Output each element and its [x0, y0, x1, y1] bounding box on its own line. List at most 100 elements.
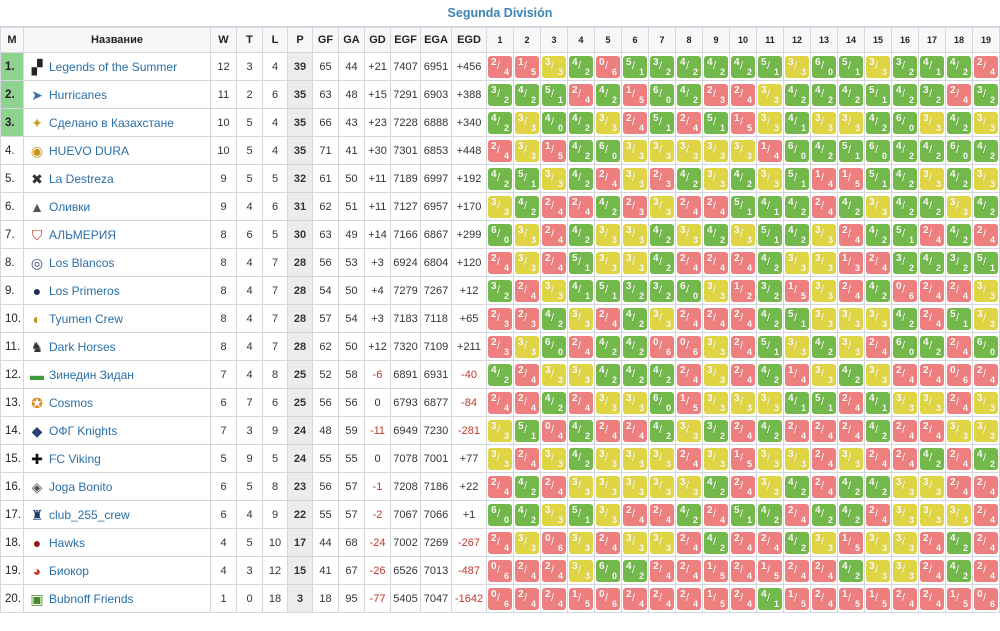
match-result-badge[interactable]: 1/5 — [866, 587, 890, 610]
match-result-badge[interactable]: 3/3 — [839, 335, 863, 358]
team-name-link[interactable]: La Destreza — [49, 172, 114, 186]
match-column-header-12[interactable]: 12 — [783, 27, 811, 53]
match-result-badge[interactable]: 3/3 — [488, 447, 512, 470]
match-result-badge[interactable]: 5/1 — [758, 55, 782, 78]
match-column-header-11[interactable]: 11 — [756, 27, 784, 53]
match-result-badge[interactable]: 2/4 — [974, 559, 998, 582]
match-result-badge[interactable]: 3/3 — [677, 139, 701, 162]
match-result-badge[interactable]: 3/3 — [974, 167, 998, 190]
match-result-badge[interactable]: 2/4 — [677, 587, 701, 610]
match-result-badge[interactable]: 3/3 — [650, 307, 674, 330]
match-result-badge[interactable]: 3/3 — [704, 139, 728, 162]
match-result-badge[interactable]: 5/1 — [650, 111, 674, 134]
match-result-badge[interactable]: 3/3 — [839, 447, 863, 470]
match-result-badge[interactable]: 1/4 — [812, 167, 836, 190]
match-result-badge[interactable]: 3/3 — [812, 279, 836, 302]
match-result-badge[interactable]: 2/4 — [812, 559, 836, 582]
match-result-badge[interactable]: 4/2 — [920, 195, 944, 218]
match-result-badge[interactable]: 2/4 — [488, 531, 512, 554]
match-result-badge[interactable]: 2/4 — [542, 195, 566, 218]
match-result-badge[interactable]: 4/2 — [812, 139, 836, 162]
match-result-badge[interactable]: 4/2 — [947, 223, 971, 246]
column-header-7[interactable]: GA — [338, 27, 365, 53]
match-result-badge[interactable]: 2/4 — [569, 391, 593, 414]
match-result-badge[interactable]: 3/3 — [839, 307, 863, 330]
match-result-badge[interactable]: 2/4 — [623, 587, 647, 610]
match-result-badge[interactable]: 2/4 — [677, 251, 701, 274]
match-result-badge[interactable]: 2/4 — [488, 475, 512, 498]
match-result-badge[interactable]: 4/2 — [650, 419, 674, 442]
match-result-badge[interactable]: 2/4 — [920, 587, 944, 610]
match-column-header-1[interactable]: 1 — [486, 27, 514, 53]
match-result-badge[interactable]: 2/4 — [947, 335, 971, 358]
match-result-badge[interactable]: 2/4 — [785, 559, 809, 582]
match-result-badge[interactable]: 2/4 — [839, 419, 863, 442]
match-column-header-5[interactable]: 5 — [594, 27, 622, 53]
match-result-badge[interactable]: 5/1 — [785, 307, 809, 330]
match-result-badge[interactable]: 4/2 — [569, 139, 593, 162]
match-column-header-13[interactable]: 13 — [810, 27, 838, 53]
match-result-badge[interactable]: 4/2 — [677, 55, 701, 78]
match-result-badge[interactable]: 2/4 — [974, 363, 998, 386]
match-result-badge[interactable]: 5/1 — [839, 55, 863, 78]
match-result-badge[interactable]: 4/2 — [704, 55, 728, 78]
match-result-badge[interactable]: 0/6 — [947, 363, 971, 386]
match-column-header-15[interactable]: 15 — [864, 27, 892, 53]
match-result-badge[interactable]: 2/4 — [920, 223, 944, 246]
team-name-link[interactable]: Оливки — [49, 200, 90, 214]
match-result-badge[interactable]: 3/3 — [623, 391, 647, 414]
match-result-badge[interactable]: 3/3 — [596, 391, 620, 414]
match-result-badge[interactable]: 0/4 — [542, 419, 566, 442]
team-name-link[interactable]: Hawks — [49, 536, 85, 550]
team-name-link[interactable]: Dark Horses — [49, 340, 116, 354]
match-result-badge[interactable]: 3/3 — [704, 391, 728, 414]
column-header-6[interactable]: GF — [312, 27, 339, 53]
match-result-badge[interactable]: 3/2 — [947, 251, 971, 274]
match-result-badge[interactable]: 1/5 — [731, 111, 755, 134]
match-result-badge[interactable]: 2/4 — [569, 195, 593, 218]
match-result-badge[interactable]: 4/2 — [812, 335, 836, 358]
match-result-badge[interactable]: 4/2 — [596, 335, 620, 358]
match-result-badge[interactable]: 2/4 — [515, 559, 539, 582]
match-result-badge[interactable]: 2/4 — [731, 83, 755, 106]
column-header-11[interactable]: EGD — [451, 27, 487, 53]
match-result-badge[interactable]: 3/3 — [515, 111, 539, 134]
match-result-badge[interactable]: 4/2 — [839, 559, 863, 582]
match-result-badge[interactable]: 3/3 — [920, 111, 944, 134]
match-result-badge[interactable]: 1/3 — [839, 251, 863, 274]
team-name-link[interactable]: Legends of the Summer — [49, 60, 177, 74]
match-result-badge[interactable]: 1/5 — [623, 83, 647, 106]
match-result-badge[interactable]: 0/6 — [650, 335, 674, 358]
match-result-badge[interactable]: 5/1 — [515, 419, 539, 442]
match-result-badge[interactable]: 3/3 — [866, 363, 890, 386]
match-result-badge[interactable]: 4/2 — [785, 195, 809, 218]
match-result-badge[interactable]: 3/2 — [758, 279, 782, 302]
match-result-badge[interactable]: 1/5 — [785, 587, 809, 610]
match-result-badge[interactable]: 2/4 — [677, 195, 701, 218]
match-result-badge[interactable]: 3/3 — [947, 195, 971, 218]
match-result-badge[interactable]: 1/5 — [515, 55, 539, 78]
match-result-badge[interactable]: 0/6 — [596, 587, 620, 610]
match-result-badge[interactable]: 2/4 — [812, 587, 836, 610]
match-result-badge[interactable]: 2/4 — [893, 363, 917, 386]
match-result-badge[interactable]: 4/2 — [893, 83, 917, 106]
match-result-badge[interactable]: 5/1 — [596, 279, 620, 302]
match-result-badge[interactable]: 3/3 — [596, 447, 620, 470]
match-result-badge[interactable]: 1/4 — [758, 139, 782, 162]
match-result-badge[interactable]: 4/2 — [569, 167, 593, 190]
match-result-badge[interactable]: 2/4 — [488, 251, 512, 274]
match-result-badge[interactable]: 4/2 — [839, 195, 863, 218]
match-result-badge[interactable]: 5/1 — [542, 83, 566, 106]
match-result-badge[interactable]: 5/1 — [704, 111, 728, 134]
match-result-badge[interactable]: 2/4 — [974, 223, 998, 246]
match-result-badge[interactable]: 0/6 — [542, 531, 566, 554]
match-result-badge[interactable]: 5/1 — [866, 167, 890, 190]
match-result-badge[interactable]: 3/3 — [650, 531, 674, 554]
match-result-badge[interactable]: 3/3 — [542, 279, 566, 302]
match-result-badge[interactable]: 3/3 — [785, 335, 809, 358]
match-result-badge[interactable]: 3/3 — [542, 167, 566, 190]
match-result-badge[interactable]: 6/0 — [542, 335, 566, 358]
match-result-badge[interactable]: 3/3 — [785, 55, 809, 78]
match-result-badge[interactable]: 4/2 — [839, 363, 863, 386]
match-result-badge[interactable]: 2/4 — [596, 307, 620, 330]
